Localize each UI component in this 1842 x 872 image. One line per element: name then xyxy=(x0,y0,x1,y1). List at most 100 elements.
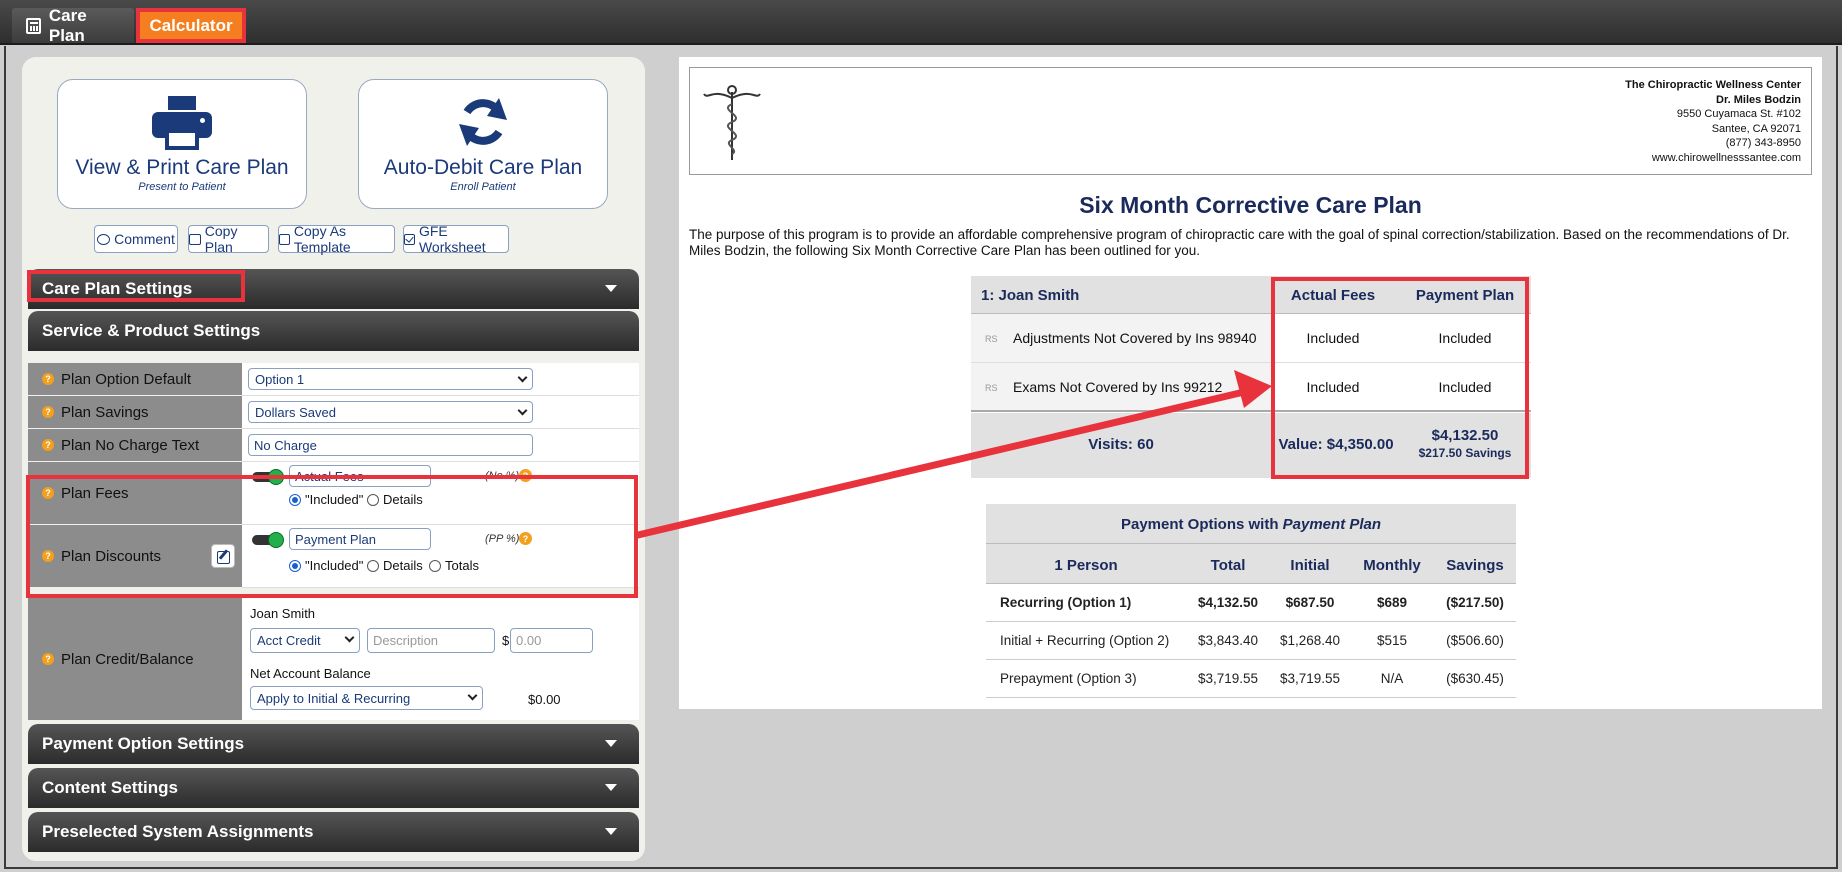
plan-discounts-totals-label: Totals xyxy=(445,558,479,573)
tab-care-plan-label: Care Plan xyxy=(48,5,87,45)
chevron-down-icon xyxy=(467,690,478,701)
gfe-worksheet-button[interactable]: GFE Worksheet xyxy=(403,223,509,255)
plan-credit-patient: Joan Smith xyxy=(250,606,316,621)
header-monthly: Monthly xyxy=(1363,557,1421,574)
option-monthly: $689 xyxy=(1376,595,1408,610)
plan-option-default-select[interactable]: Option 1 xyxy=(248,368,533,390)
refresh-icon xyxy=(455,94,511,150)
help-icon: ? xyxy=(42,653,54,665)
credit-type-select[interactable]: Acct Credit xyxy=(250,628,360,653)
option-total: $3,719.55 xyxy=(1197,671,1259,686)
view-print-care-plan-button[interactable]: View & Print Care Plan Present to Patien… xyxy=(57,79,307,209)
row-service-name: Adjustments Not Covered by Ins 98940 xyxy=(1013,330,1257,346)
document-intro: The purpose of this program is to provid… xyxy=(689,227,1790,258)
plan-no-charge-label: ? Plan No Charge Text xyxy=(28,429,242,462)
plan-credit-text: Plan Credit/Balance xyxy=(61,650,194,668)
row-payment: Included xyxy=(1438,379,1492,395)
option-monthly: N/A xyxy=(1380,671,1404,686)
radio-unchecked-icon xyxy=(367,559,379,572)
radio-unchecked-icon xyxy=(367,493,379,506)
header-person: 1 Person xyxy=(1054,557,1118,574)
help-icon[interactable]: ? xyxy=(519,469,532,482)
plan-discounts-details-label: Details xyxy=(383,558,423,573)
caduceus-logo-icon xyxy=(703,85,761,160)
help-icon: ? xyxy=(42,406,54,418)
plan-discounts-radio-included[interactable]: "Included" xyxy=(289,558,363,573)
comment-button[interactable]: Comment xyxy=(94,225,178,253)
plan-discounts-radio-details[interactable]: Details xyxy=(367,558,423,573)
row-tag: RS xyxy=(985,383,998,393)
plan-discounts-cell: Payment Plan (PP %) ? "Included" Details… xyxy=(242,525,639,588)
section-content-settings[interactable]: Content Settings xyxy=(28,768,639,808)
external-link-icon xyxy=(279,233,290,245)
plan-no-charge-input[interactable]: No Charge xyxy=(248,434,533,456)
section-payment-option-settings[interactable]: Payment Option Settings xyxy=(28,724,639,764)
section-service-product-settings[interactable]: Service & Product Settings xyxy=(28,311,639,351)
copy-as-template-button[interactable]: Copy As Template xyxy=(278,223,395,255)
plan-savings-text: Plan Savings xyxy=(61,403,149,421)
plan-fees-input[interactable]: Actual Fees xyxy=(289,465,431,487)
printer-icon xyxy=(152,96,212,150)
credit-description-placeholder: Description xyxy=(373,633,439,648)
plan-fees-radio-details[interactable]: Details xyxy=(367,492,423,507)
section-care-plan-settings[interactable]: Care Plan Settings xyxy=(28,269,639,309)
plan-discounts-toggle[interactable] xyxy=(252,532,284,548)
row-payment: Included xyxy=(1438,330,1492,346)
plan-fees-label: ? Plan Fees xyxy=(28,462,242,525)
auto-debit-care-plan-button[interactable]: Auto-Debit Care Plan Enroll Patient xyxy=(358,79,608,209)
col-payment-plan: Payment Plan xyxy=(1415,287,1515,304)
help-icon[interactable]: ? xyxy=(519,532,532,545)
option-total: $3,843.40 xyxy=(1197,633,1259,648)
plan-visits: Visits: 60 xyxy=(1088,436,1154,453)
chevron-down-icon xyxy=(517,405,528,416)
help-icon: ? xyxy=(42,487,54,499)
apply-balance-select[interactable]: Apply to Initial & Recurring xyxy=(250,686,483,710)
plan-option-default-cell: Option 1 xyxy=(242,363,639,396)
option-name: Initial + Recurring (Option 2) xyxy=(1000,633,1170,648)
plan-discounts-included-label: "Included" xyxy=(305,558,364,573)
edit-icon[interactable] xyxy=(211,544,235,568)
checkbox-icon xyxy=(404,233,415,245)
chevron-down-icon xyxy=(517,372,528,383)
header-initial: Initial xyxy=(1290,557,1330,574)
help-icon: ? xyxy=(42,439,54,451)
payment-options-title-prefix: Payment Options with xyxy=(1120,516,1283,533)
payment-options-title-plan: Payment Plan xyxy=(1282,516,1382,533)
clinic-phone: (877) 343-8950 xyxy=(1725,137,1801,149)
payment-options-header: 1 Person Total Initial Monthly Savings xyxy=(986,544,1516,584)
comment-icon xyxy=(97,233,111,245)
col-actual-fees: Actual Fees xyxy=(1290,287,1376,304)
tab-care-plan[interactable]: Care Plan xyxy=(12,5,134,45)
section-care-plan-settings-label: Care Plan Settings xyxy=(42,279,193,298)
plan-header-patient: 1: Joan Smith xyxy=(981,287,1080,304)
row-actual: Included xyxy=(1306,379,1360,395)
option-name: Recurring (Option 1) xyxy=(1000,595,1132,610)
copy-plan-button-label: Copy Plan xyxy=(204,223,238,255)
option-initial: $1,268.40 xyxy=(1279,633,1341,648)
clinic-address: The Chiropractic Wellness Center Dr. Mil… xyxy=(1625,78,1801,165)
action-button-row: Comment Copy Plan Copy As Template GFE W… xyxy=(22,223,645,255)
calculator-icon xyxy=(26,17,41,34)
header-total: Total xyxy=(1210,557,1246,574)
plan-discounts-radio-totals[interactable]: Totals xyxy=(429,558,479,573)
plan-discounts-input[interactable]: Payment Plan xyxy=(289,528,431,550)
plan-fees-toggle[interactable] xyxy=(252,469,284,485)
plan-savings-select[interactable]: Dollars Saved xyxy=(248,401,533,423)
section-service-product-label: Service & Product Settings xyxy=(42,321,261,340)
credit-amount-input[interactable]: 0.00 xyxy=(510,628,593,653)
credit-description-input[interactable]: Description xyxy=(367,628,495,653)
option-savings: ($630.45) xyxy=(1446,671,1504,686)
help-icon: ? xyxy=(42,550,54,562)
chevron-down-icon xyxy=(605,784,617,791)
plan-option-default-value: Option 1 xyxy=(255,371,305,387)
copy-plan-button[interactable]: Copy Plan xyxy=(188,223,269,255)
plan-fees-radio-included[interactable]: "Included" xyxy=(289,492,363,507)
tab-calculator[interactable]: Calculator xyxy=(136,8,246,43)
radio-checked-icon xyxy=(289,559,301,572)
section-preselected-assignments[interactable]: Preselected System Assignments xyxy=(28,812,639,852)
plan-savings-label: ? Plan Savings xyxy=(28,396,242,429)
plan-discounts-pct: (PP %) xyxy=(485,533,520,545)
comment-button-label: Comment xyxy=(114,231,175,247)
auto-debit-button-subtitle: Enroll Patient xyxy=(450,181,516,193)
payment-options-title: Payment Options with Payment Plan xyxy=(986,504,1516,544)
